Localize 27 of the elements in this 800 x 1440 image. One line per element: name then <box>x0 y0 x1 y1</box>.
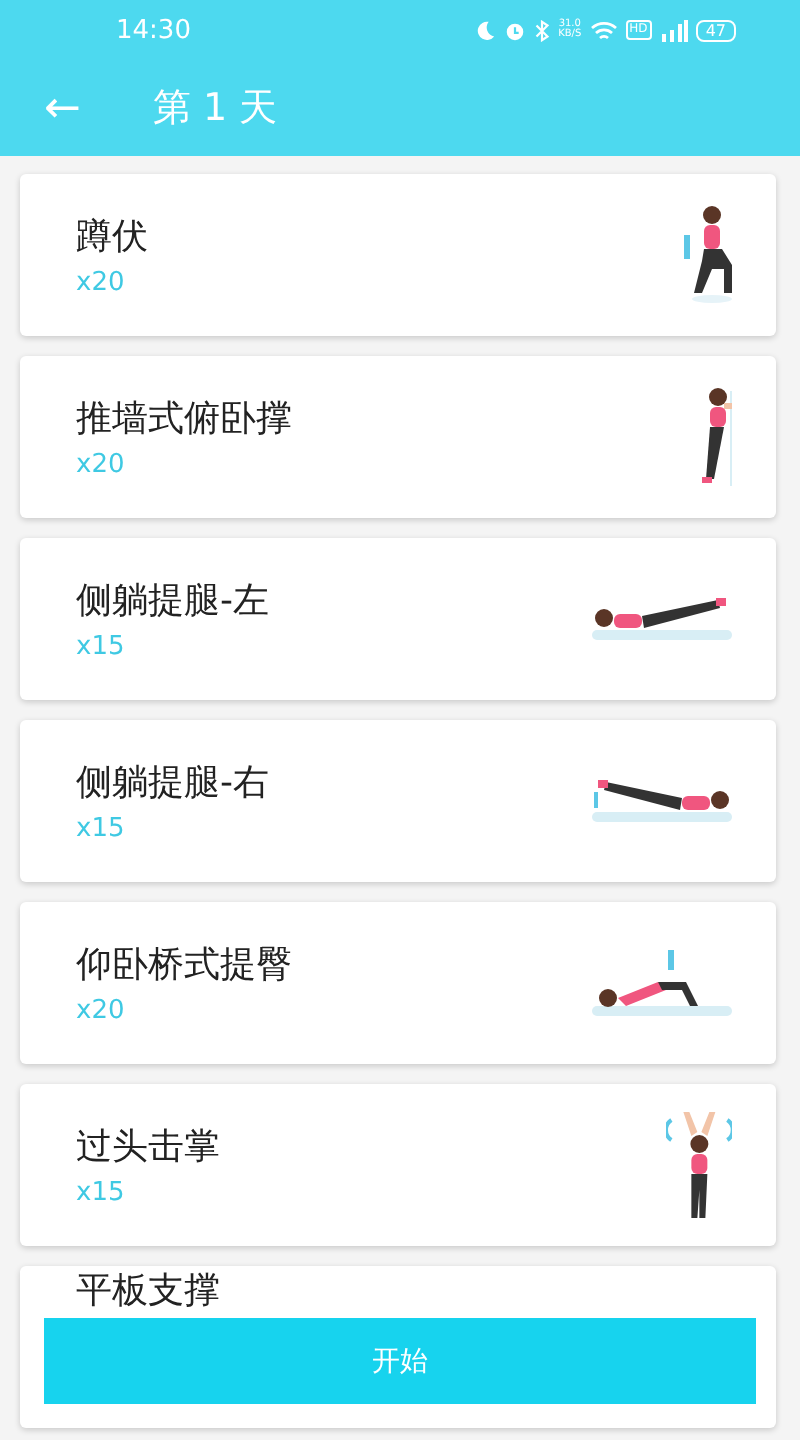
status-time: 14:30 <box>116 15 191 45</box>
repetition-count: x20 <box>76 268 127 298</box>
moon-icon <box>474 19 497 41</box>
signal-icon <box>659 19 688 41</box>
battery-indicator: 47 <box>695 19 736 41</box>
exercise-card[interactable]: 侧躺提腿-右 x15 <box>20 720 776 882</box>
exercise-name: 侧躺提腿-右 <box>76 760 269 806</box>
alarm-icon <box>504 19 527 41</box>
repetition-count: x15 <box>76 814 127 844</box>
repetition-count: x15 <box>76 1178 127 1208</box>
bluetooth-icon <box>534 19 551 41</box>
exercise-card[interactable]: 过头击掌 x15 <box>20 1084 776 1246</box>
exercise-name: 推墙式俯卧撑 <box>76 396 292 442</box>
repetition-count: x15 <box>76 632 127 662</box>
exercise-name: 平板支撑 <box>76 1270 220 1314</box>
repetition-count: x20 <box>76 996 127 1026</box>
repetition-count: x20 <box>76 450 127 480</box>
exercise-name: 侧躺提腿-左 <box>76 578 269 624</box>
exercise-name: 蹲伏 <box>76 214 148 260</box>
exercise-name: 仰卧桥式提臀 <box>76 942 292 988</box>
wifi-icon <box>589 19 618 41</box>
exercise-card[interactable]: 推墙式俯卧撑 x20 <box>20 356 776 518</box>
page-title: 第 1 天 <box>152 84 278 134</box>
exercise-card[interactable]: 侧躺提腿-左 x15 <box>20 538 776 700</box>
exercise-name: 过头击掌 <box>76 1124 220 1170</box>
exercise-card[interactable]: 仰卧桥式提臀 x20 <box>20 902 776 1064</box>
exercise-card[interactable]: 蹲伏 x20 <box>20 174 776 336</box>
